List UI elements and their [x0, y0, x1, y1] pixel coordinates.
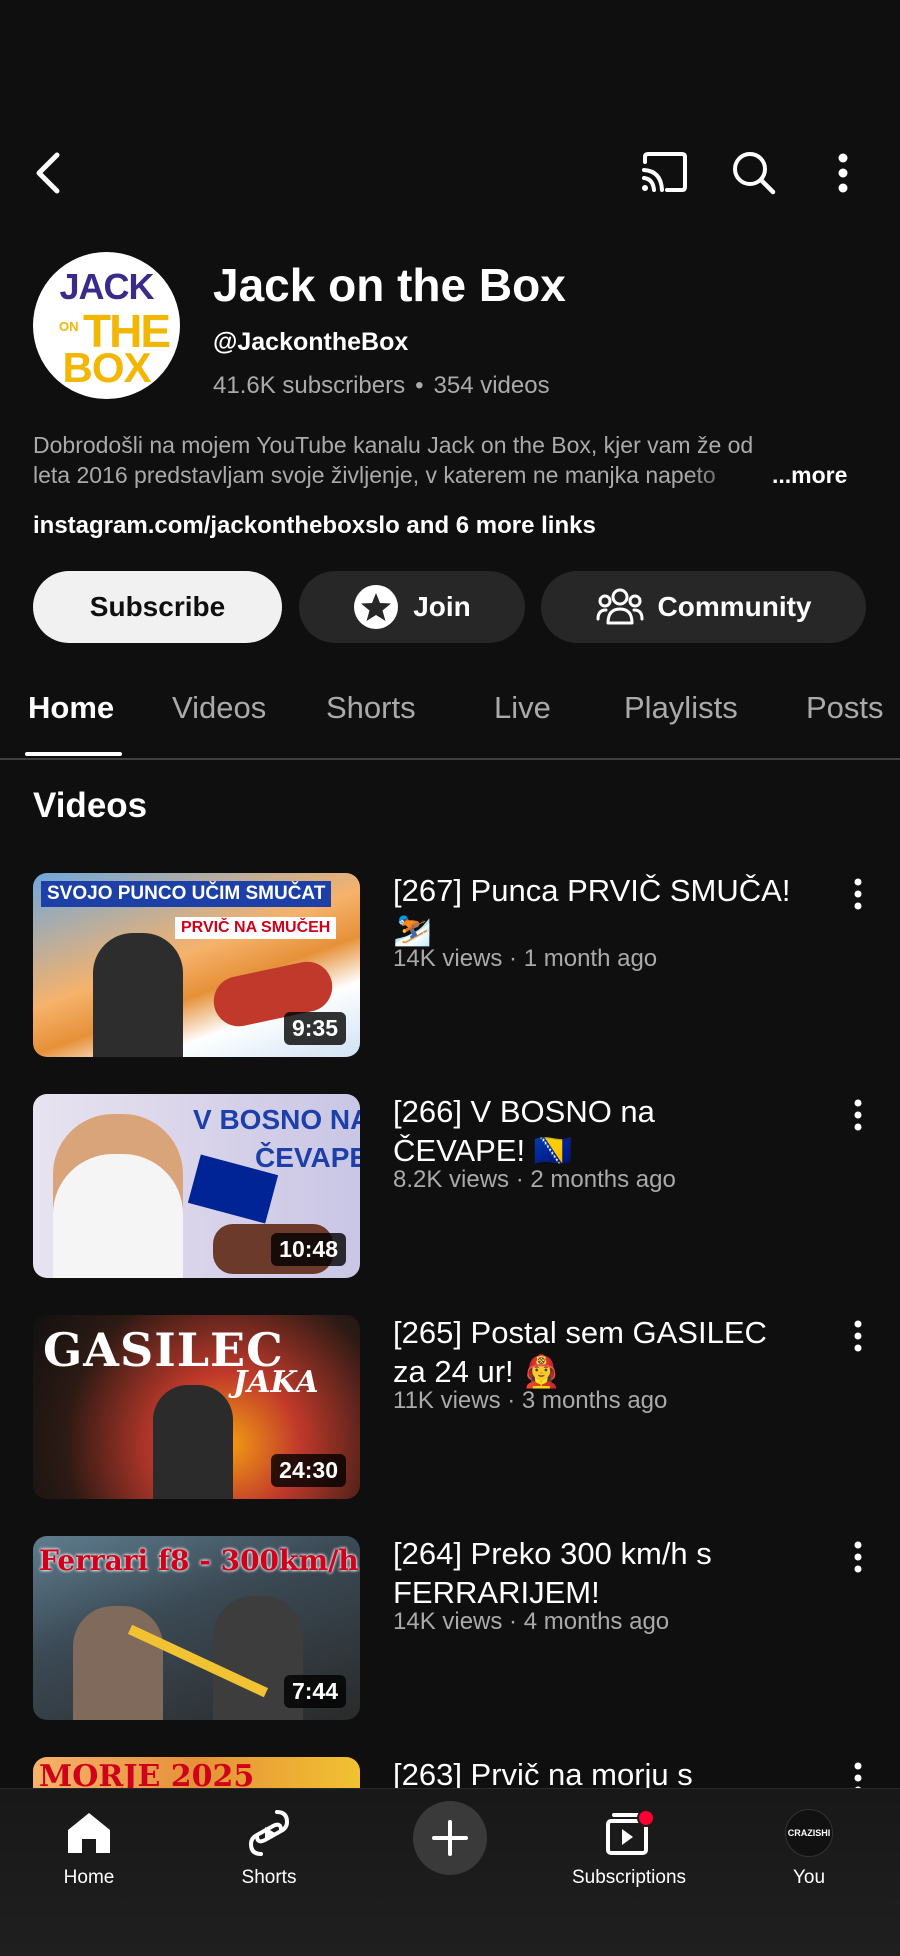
video-thumbnail[interactable]: V BOSNO NA ČEVAPE 10:48	[33, 1094, 360, 1278]
video-duration: 24:30	[271, 1454, 346, 1487]
video-item[interactable]: SVOJO PUNCO UČIM SMUČAT PRVIČ NA SMUČEH …	[0, 873, 900, 1063]
channel-stats: 41.6K subscribers • 354 videos	[213, 372, 550, 400]
shorts-icon	[194, 1803, 344, 1863]
video-title: [266] V BOSNO na ČEVAPE! 🇧🇦	[393, 1094, 655, 1168]
active-tab-indicator	[25, 752, 122, 756]
video-menu-button[interactable]	[846, 1540, 870, 1574]
community-label: Community	[657, 591, 812, 622]
video-menu-button[interactable]	[846, 877, 870, 911]
thumbnail-person	[73, 1606, 163, 1720]
video-title: [267] Punca PRVIČ SMUČA! ⛷️	[393, 873, 791, 947]
people-icon	[596, 587, 644, 627]
thumbnail-caption: Ferrari f8 - 300km/h	[39, 1544, 359, 1577]
search-icon	[733, 152, 776, 195]
thumbnail-caption: V BOSNO NA	[193, 1104, 360, 1135]
stats-separator: •	[415, 372, 424, 399]
channel-avatar[interactable]: JACK ON THE BOX	[33, 252, 180, 399]
video-duration: 10:48	[271, 1233, 346, 1266]
notification-dot	[637, 1809, 655, 1827]
channel-handle: @JackontheBox	[213, 328, 409, 356]
description-more-link[interactable]: ...more	[772, 460, 847, 490]
video-thumbnail[interactable]: SVOJO PUNCO UČIM SMUČAT PRVIČ NA SMUČEH …	[33, 873, 360, 1057]
avatar-logo-box: BOX	[62, 344, 151, 391]
nav-you-label: You	[792, 1867, 826, 1888]
join-button[interactable]: Join	[299, 571, 525, 643]
back-arrow-icon	[36, 152, 60, 194]
subscriptions-icon	[554, 1803, 704, 1863]
channel-tabs: Home Videos Shorts Live Playlists Posts	[0, 680, 900, 760]
video-menu-button[interactable]	[846, 1319, 870, 1353]
video-thumbnail[interactable]: Ferrari f8 - 300km/h 7:44	[33, 1536, 360, 1720]
thumbnail-person	[93, 933, 183, 1057]
avatar-logo-jack: JACK	[59, 266, 154, 307]
bottom-navigation: Home Shorts Subscriptions CRAZISHI You	[0, 1788, 900, 1956]
more-options-button[interactable]	[828, 146, 858, 200]
video-metadata: 8.2K views · 2 months ago	[393, 1166, 676, 1193]
nav-shorts[interactable]: Shorts	[194, 1789, 344, 1889]
video-thumbnail[interactable]: GASILEC JAKA 24:30	[33, 1315, 360, 1499]
tab-videos[interactable]: Videos	[172, 690, 266, 726]
thumbnail-caption-secondary: PRVIČ NA SMUČEH	[175, 917, 337, 939]
vertical-dots-icon	[854, 1320, 862, 1352]
video-count: 354 videos	[433, 372, 550, 399]
video-title: [265] Postal sem GASILEC za 24 ur! 👩‍🚒	[393, 1315, 767, 1389]
channel-name: Jack on the Box	[213, 259, 566, 311]
back-button[interactable]	[26, 148, 70, 198]
nav-home[interactable]: Home	[14, 1789, 164, 1889]
plus-icon	[432, 1820, 468, 1856]
video-metadata: 14K views · 1 month ago	[393, 945, 658, 972]
channel-description[interactable]: Dobrodošli na mojem YouTube kanalu Jack …	[33, 430, 863, 490]
video-item[interactable]: Ferrari f8 - 300km/h 7:44 [264] Preko 30…	[0, 1536, 900, 1726]
avatar-logo-on: ON	[59, 319, 79, 334]
nav-you[interactable]: CRAZISHI You	[734, 1789, 884, 1889]
thumbnail-caption-secondary: JAKA	[233, 1365, 319, 1400]
subscriber-count: 41.6K subscribers	[213, 372, 406, 399]
subscribe-label: Subscribe	[89, 591, 226, 622]
tab-home[interactable]: Home	[28, 690, 114, 726]
account-avatar: CRAZISHI	[785, 1809, 833, 1857]
tab-live[interactable]: Live	[494, 690, 551, 726]
you-avatar-wrapper: CRAZISHI	[734, 1803, 884, 1863]
thumbnail-person	[153, 1385, 233, 1499]
tab-playlists[interactable]: Playlists	[624, 690, 738, 726]
subscribe-button[interactable]: Subscribe	[33, 571, 282, 643]
star-badge-icon	[353, 584, 399, 630]
nav-home-label: Home	[63, 1867, 115, 1888]
create-button[interactable]	[413, 1801, 487, 1875]
cast-icon	[642, 152, 687, 192]
tab-posts[interactable]: Posts	[806, 690, 884, 726]
vertical-dots-icon	[854, 1541, 862, 1573]
search-button[interactable]	[727, 146, 781, 200]
description-line-1: Dobrodošli na mojem YouTube kanalu Jack …	[33, 432, 754, 458]
nav-shorts-label: Shorts	[241, 1867, 297, 1888]
description-line-2: leta 2016 predstavljam svoje življenje, …	[33, 462, 716, 488]
video-title: [264] Preko 300 km/h s FERRARIJEM!	[393, 1536, 712, 1610]
nav-subscriptions-label: Subscriptions	[571, 1867, 687, 1888]
video-duration: 7:44	[283, 1675, 346, 1708]
home-icon	[14, 1803, 164, 1863]
video-metadata: 11K views · 3 months ago	[393, 1387, 668, 1414]
nav-subscriptions[interactable]: Subscriptions	[554, 1789, 704, 1889]
join-label: Join	[413, 591, 471, 622]
cast-button[interactable]	[634, 146, 694, 198]
vertical-dots-icon	[854, 878, 862, 910]
thumbnail-caption: SVOJO PUNCO UČIM SMUČAT	[41, 881, 332, 907]
thumbnail-person	[53, 1114, 183, 1278]
thumbnail-caption-secondary: ČEVAPE	[255, 1142, 360, 1173]
video-duration: 9:35	[283, 1012, 346, 1045]
tab-shorts[interactable]: Shorts	[326, 690, 416, 726]
video-item[interactable]: GASILEC JAKA 24:30 [265] Postal sem GASI…	[0, 1315, 900, 1505]
vertical-dots-icon	[854, 1099, 862, 1131]
video-item[interactable]: V BOSNO NA ČEVAPE 10:48 [266] V BOSNO na…	[0, 1094, 900, 1284]
video-metadata: 14K views · 4 months ago	[393, 1608, 670, 1635]
video-menu-button[interactable]	[846, 1098, 870, 1132]
vertical-dots-icon	[838, 153, 848, 193]
section-title: Videos	[33, 786, 148, 825]
community-button[interactable]: Community	[541, 571, 866, 643]
channel-links[interactable]: instagram.com/jackontheboxslo and 6 more…	[33, 512, 596, 540]
